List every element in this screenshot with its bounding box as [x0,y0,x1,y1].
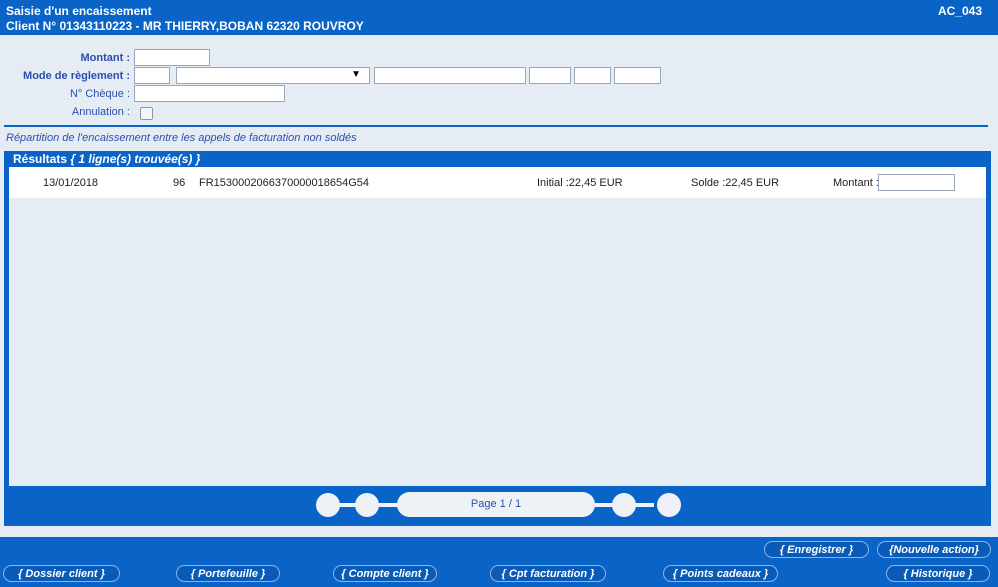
row-initial: Initial :22,45 EUR [537,177,623,189]
results-title: Résultats { 1 ligne(s) trouvée(s) } [13,152,200,166]
enregistrer-button[interactable]: { Enregistrer } [764,541,869,558]
pager-connector [634,503,654,507]
screen-code: AC_043 [937,4,982,18]
dropdown-arrow-icon: ▼ [351,69,361,80]
first-page-button[interactable] [316,493,340,517]
next-page-button[interactable] [612,493,636,517]
repartition-text: Répartition de l'encaissement entre les … [6,132,357,144]
compte-client-button[interactable]: { Compte client } [333,565,437,582]
pagination: Page 1 / 1 [4,488,991,522]
annulation-checkbox[interactable] [140,107,153,120]
nouvelle-action-button[interactable]: {Nouvelle action} [877,541,991,558]
montant-label: Montant : [80,52,130,64]
mode-reglement-label: Mode de règlement : [23,70,130,82]
mode-field-2[interactable] [529,67,571,84]
cheque-label: N° Chèque : [69,88,130,100]
mode-code-input[interactable] [134,67,170,84]
main-panel: Montant : Mode de règlement : ▼ N° Chèqu… [0,35,998,537]
row-num: 96 [173,177,186,189]
page-indicator: Page 1 / 1 [397,492,595,517]
montant-input[interactable] [134,49,210,66]
points-cadeaux-button[interactable]: { Points cadeaux } [663,565,778,582]
row-date: 13/01/2018 [43,177,99,189]
results-count: { 1 ligne(s) trouvée(s) } [70,152,201,166]
mode-field-3[interactable] [574,67,611,84]
dossier-client-button[interactable]: { Dossier client } [3,565,120,582]
row-solde: Solde :22,45 EUR [691,177,780,189]
client-info: Client N° 01343110223 - MR THIERRY,BOBAN… [6,19,364,33]
results-label: Résultats [13,152,68,166]
cheque-input[interactable] [134,85,285,102]
portefeuille-button[interactable]: { Portefeuille } [176,565,280,582]
historique-button[interactable]: { Historique } [886,565,990,582]
table-row: 13/01/2018 96 FR153000206637000001865​4G… [9,167,986,198]
annulation-label: Annulation : [71,106,130,118]
page-title: Saisie d'un encaissement [6,4,152,18]
section-divider [4,125,988,127]
row-montant-label: Montant : [833,177,879,189]
mode-field-1[interactable] [374,67,526,84]
mode-field-4[interactable] [614,67,661,84]
action-bar: { Enregistrer } {Nouvelle action} { Doss… [0,537,998,587]
row-reference: FR153000206637000001865​4G54 [199,177,370,189]
results-panel: Résultats { 1 ligne(s) trouvée(s) } 13/0… [4,151,991,526]
window-header: Saisie d'un encaissement Client N° 01343… [0,0,998,35]
mode-reglement-select[interactable]: ▼ [176,67,370,84]
results-list: 13/01/2018 96 FR153000206637000001865​4G… [9,167,986,486]
cpt-facturation-button[interactable]: { Cpt facturation } [490,565,606,582]
pager-connector [377,503,399,507]
previous-page-button[interactable] [355,493,379,517]
row-montant-input[interactable] [878,174,955,191]
last-page-button[interactable] [657,493,681,517]
